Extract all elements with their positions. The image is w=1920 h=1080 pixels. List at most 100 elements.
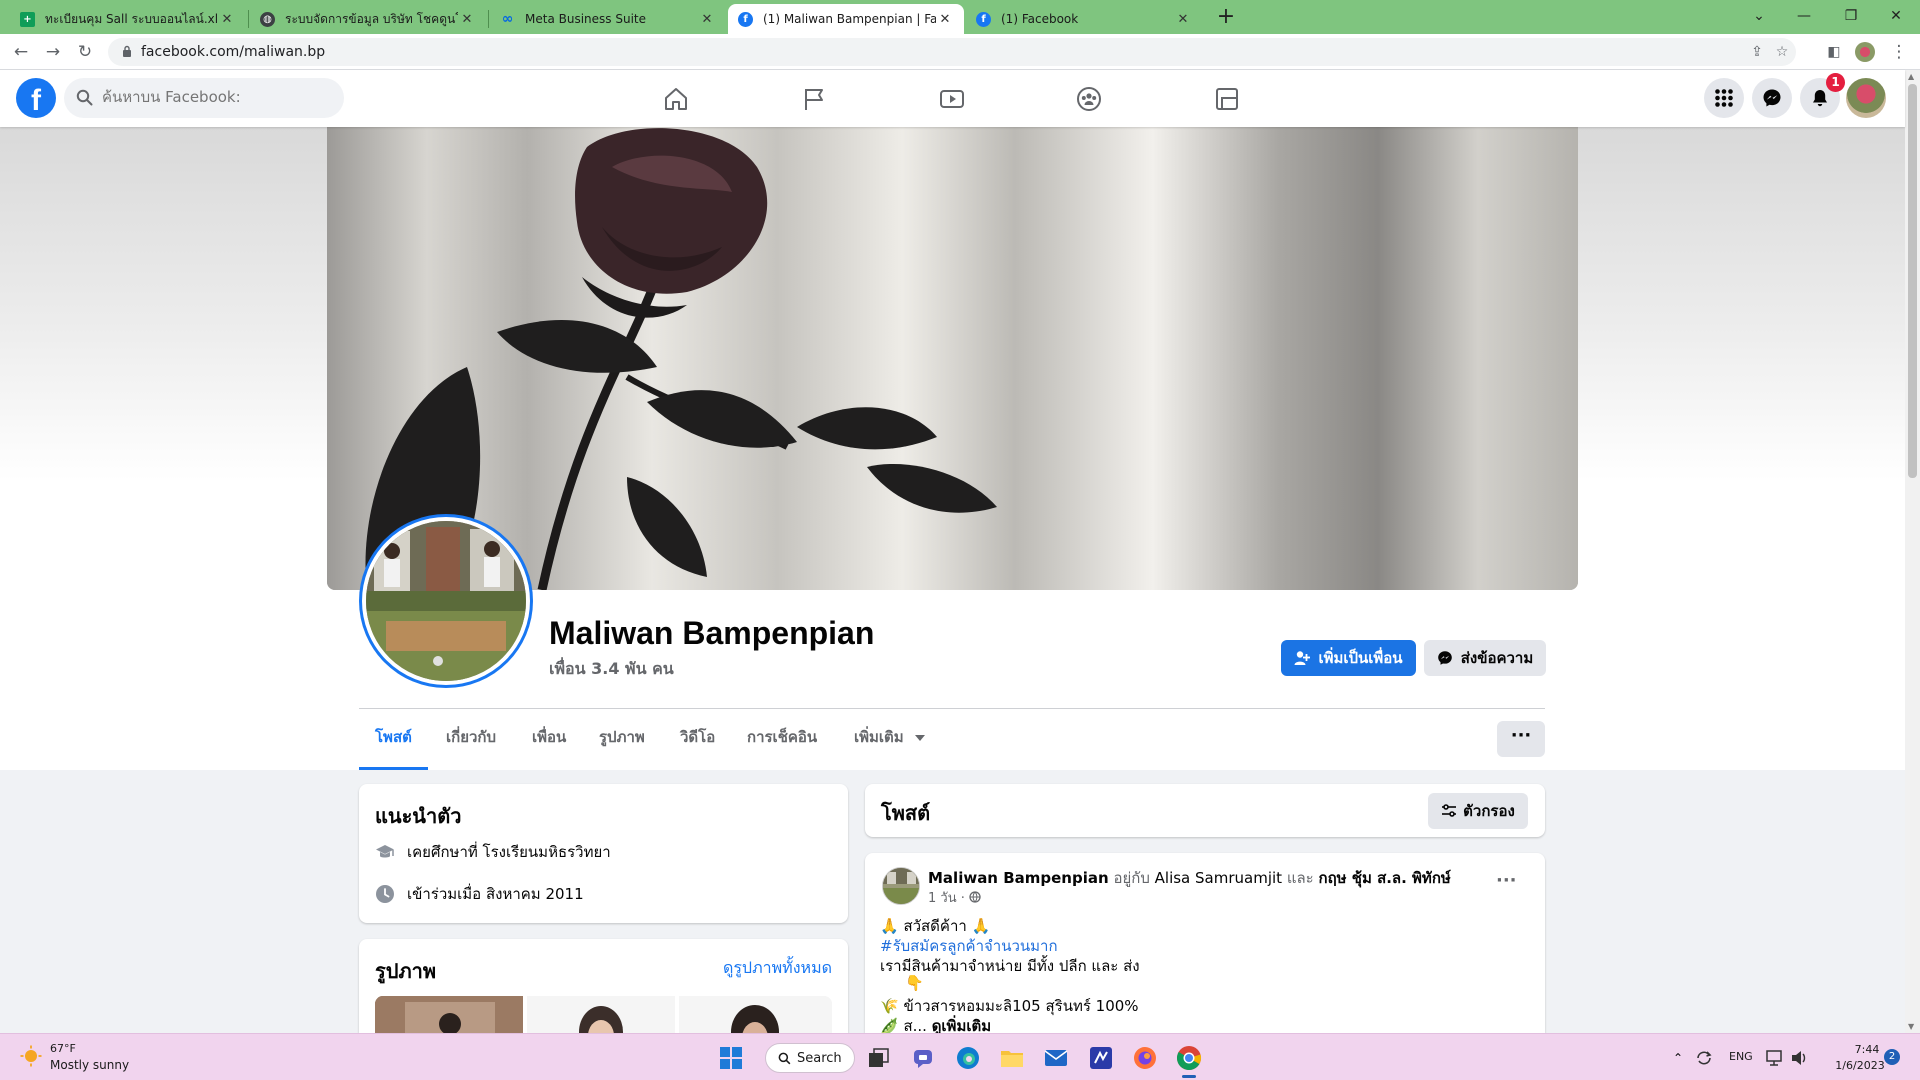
taskbar-search[interactable]: Search xyxy=(765,1043,855,1073)
scroll-down-icon[interactable]: ▼ xyxy=(1908,1022,1914,1031)
tab-checkins[interactable]: การเช็คอิน xyxy=(731,709,833,770)
window-close-icon[interactable]: ✕ xyxy=(1876,4,1916,28)
tab-friends[interactable]: เพื่อน xyxy=(516,709,582,770)
browser-toolbar: ← → ↻ facebook.com/maliwan.bp ⇪ ☆ ◧ ⋮ xyxy=(0,34,1920,70)
tab-search-chevron-icon[interactable]: ⌄ xyxy=(1739,4,1779,28)
new-tab-button[interactable]: + xyxy=(1213,5,1239,31)
post-header: Maliwan Bampenpian อยู่กับ Alisa Samruam… xyxy=(928,866,1451,890)
post-menu-button[interactable]: ··· xyxy=(1496,870,1517,891)
add-friend-button[interactable]: เพิ่มเป็นเพื่อน xyxy=(1281,640,1416,676)
volume-icon[interactable] xyxy=(1788,1042,1812,1074)
close-icon[interactable]: ✕ xyxy=(218,12,236,27)
address-bar[interactable]: facebook.com/maliwan.bp ⇪ ☆ xyxy=(108,38,1796,66)
language-indicator[interactable]: ENG xyxy=(1729,1050,1753,1063)
filter-button[interactable]: ตัวกรอง xyxy=(1428,793,1528,829)
account-avatar[interactable] xyxy=(1846,78,1886,118)
network-icon[interactable] xyxy=(1763,1042,1787,1074)
facebook-search-box[interactable] xyxy=(64,78,344,118)
tab-title: (1) Facebook xyxy=(1001,12,1079,26)
forward-icon[interactable]: → xyxy=(41,40,65,64)
mail-icon[interactable] xyxy=(1040,1042,1072,1074)
post-author-name[interactable]: Maliwan Bampenpian xyxy=(928,869,1109,887)
teams-chat-icon[interactable] xyxy=(908,1042,940,1074)
post-tagged-user[interactable]: Alisa Samruamjit xyxy=(1155,869,1282,887)
bookmark-star-icon[interactable]: ☆ xyxy=(1773,43,1791,61)
close-icon[interactable]: ✕ xyxy=(936,12,954,27)
tab-about[interactable]: เกี่ยวกับ xyxy=(430,709,512,770)
notification-center-badge[interactable]: 2 xyxy=(1884,1049,1900,1065)
side-panel-icon[interactable]: ◧ xyxy=(1822,40,1846,64)
profile-name: Maliwan Bampenpian xyxy=(549,615,875,651)
windows-start-icon[interactable] xyxy=(715,1042,747,1074)
send-message-button[interactable]: ส่งข้อความ xyxy=(1424,640,1546,676)
scroll-up-icon[interactable]: ▲ xyxy=(1908,72,1914,81)
graduation-cap-icon xyxy=(376,845,394,858)
more-options-button[interactable]: ··· xyxy=(1497,721,1545,757)
see-all-photos-link[interactable]: ดูรูปภาพทั้งหมด xyxy=(723,956,832,981)
post-author-avatar-image xyxy=(883,868,919,904)
facebook-header: f ค้นหาบน Facebook: 1 xyxy=(0,70,1905,127)
post-tagged-user[interactable]: กฤษ ชุ้ม ส.ล. พิทักษ์ xyxy=(1319,869,1451,887)
browser-tab-sheets[interactable]: + ทะเบียนคุม Sall ระบบออนไลน์.xlsx - G ✕ xyxy=(10,4,246,34)
facebook-logo[interactable]: f xyxy=(16,78,56,118)
tab-videos[interactable]: วิดีโอ xyxy=(664,709,731,770)
task-view-glyph xyxy=(869,1048,889,1067)
browser-menu-icon[interactable]: ⋮ xyxy=(1887,40,1911,64)
sync-icon[interactable] xyxy=(1692,1042,1716,1074)
close-icon[interactable]: ✕ xyxy=(1174,12,1192,27)
clock-icon xyxy=(376,885,394,903)
browser-tab-facebook[interactable]: f (1) Facebook ✕ xyxy=(966,4,1202,34)
add-friend-icon xyxy=(1294,651,1311,665)
intro-education: เคยศึกษาที่ โรงเรียนมหิธรวิทยา xyxy=(375,840,611,864)
tab-photos[interactable]: รูปภาพ xyxy=(583,709,661,770)
nav-pages[interactable] xyxy=(759,74,869,124)
reload-icon[interactable]: ↻ xyxy=(73,40,97,64)
nav-watch[interactable] xyxy=(897,74,1007,124)
edge-icon[interactable] xyxy=(952,1042,984,1074)
browser-profile-avatar[interactable] xyxy=(1853,40,1877,64)
back-icon[interactable]: ← xyxy=(9,40,33,64)
post-with-text: อยู่กับ xyxy=(1113,869,1150,887)
photo-thumbnail[interactable] xyxy=(679,996,832,1033)
file-explorer-icon[interactable] xyxy=(996,1042,1028,1074)
messenger-button[interactable] xyxy=(1752,78,1792,118)
nav-home[interactable] xyxy=(621,74,731,124)
photo-thumbnail[interactable] xyxy=(375,996,523,1033)
sun-icon[interactable] xyxy=(20,1045,42,1067)
task-view-icon[interactable] xyxy=(863,1042,895,1074)
tab-posts[interactable]: โพสต์ xyxy=(359,709,428,770)
tab-more[interactable]: เพิ่มเติม xyxy=(838,709,957,770)
visual-studio-icon[interactable] xyxy=(1085,1042,1117,1074)
chrome-icon[interactable] xyxy=(1173,1042,1205,1078)
profile-picture[interactable] xyxy=(362,517,530,685)
share-icon[interactable]: ⇪ xyxy=(1748,43,1766,61)
post-time-text: 1 วัน · xyxy=(928,891,965,906)
scroll-thumb[interactable] xyxy=(1908,84,1917,478)
photo-thumbnail-image xyxy=(679,996,832,1033)
globe-icon: ◍ xyxy=(260,11,275,27)
friend-count[interactable]: เพื่อน 3.4 พัน คน xyxy=(549,657,674,682)
nav-groups[interactable] xyxy=(1034,74,1144,124)
restore-icon[interactable]: ❐ xyxy=(1831,4,1871,28)
tray-chevron-up-icon[interactable]: ⌃ xyxy=(1668,1042,1688,1074)
groups-icon xyxy=(1077,87,1101,111)
vs-glyph xyxy=(1090,1047,1112,1069)
browser-tab-meta[interactable]: ∞ Meta Business Suite ✕ xyxy=(490,4,726,34)
browser-tab-profile[interactable]: f (1) Maliwan Bampenpian | Faceb ✕ xyxy=(728,4,964,34)
nav-gaming[interactable] xyxy=(1172,74,1282,124)
flag-icon xyxy=(805,89,823,110)
page-scrollbar[interactable]: ▲ ▼ xyxy=(1905,70,1920,1033)
minimize-icon[interactable]: — xyxy=(1784,4,1824,28)
menu-button[interactable] xyxy=(1704,78,1744,118)
cover-photo[interactable] xyxy=(327,127,1578,590)
close-icon[interactable]: ✕ xyxy=(698,12,716,27)
tab-title: (1) Maliwan Bampenpian | Faceb xyxy=(763,12,936,26)
post-timestamp[interactable]: 1 วัน · xyxy=(928,887,981,908)
photo-thumbnail[interactable] xyxy=(527,996,675,1033)
post-author-avatar[interactable] xyxy=(882,867,920,905)
close-icon[interactable]: ✕ xyxy=(458,12,476,27)
browser-tab-system[interactable]: ◍ ระบบจัดการข้อมูล บริษัท โชคดูนโชค ✕ xyxy=(250,4,486,34)
firefox-icon[interactable] xyxy=(1129,1042,1161,1074)
taskbar-clock-date[interactable]: 1/6/2023 xyxy=(1829,1059,1891,1072)
search-input[interactable] xyxy=(102,88,332,106)
